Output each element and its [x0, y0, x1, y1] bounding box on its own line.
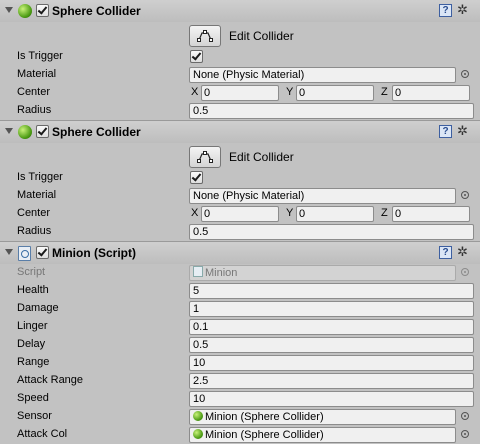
radius-label: Radius: [17, 104, 52, 116]
gear-icon[interactable]: ✲: [457, 244, 468, 260]
script-icon: [18, 246, 31, 261]
sphere-collider-component-1: Sphere Collider ? ✲ Edit Collider Is Tri…: [0, 0, 480, 120]
attack-col-field[interactable]: Minion (Sphere Collider): [189, 427, 456, 443]
field-input[interactable]: 0.1: [189, 319, 474, 335]
edit-collider-label: Edit Collider: [229, 29, 294, 43]
center-x-field[interactable]: 0: [201, 206, 279, 222]
sphere-collider-icon: [18, 125, 32, 139]
script-field-row: Speed 10: [0, 390, 480, 408]
center-label: Center: [17, 86, 51, 98]
sensor-label: Sensor: [17, 410, 52, 422]
component-enabled-checkbox[interactable]: [36, 246, 49, 259]
sphere-collider-component-2: Sphere Collider ? ✲ Edit Collider Is Tri…: [0, 120, 480, 241]
sphere-collider-icon: [193, 429, 203, 439]
material-label: Material: [17, 189, 57, 201]
help-book-icon[interactable]: ?: [439, 4, 452, 17]
script-field-row: Delay 0.5: [0, 336, 480, 354]
component-enabled-checkbox[interactable]: [36, 125, 49, 138]
material-field[interactable]: None (Physic Material): [189, 67, 456, 83]
field-label: Range: [17, 356, 50, 368]
center-z-field[interactable]: 0: [392, 206, 470, 222]
radius-field[interactable]: 0.5: [189, 224, 474, 240]
gear-icon[interactable]: ✲: [457, 123, 468, 139]
center-z-label: Z: [381, 86, 388, 98]
field-input[interactable]: 1: [189, 301, 474, 317]
script-label: Script: [17, 266, 46, 278]
component-title: Sphere Collider: [52, 4, 141, 18]
component-title: Sphere Collider: [52, 125, 141, 139]
script-field-row: Damage 1: [0, 300, 480, 318]
field-input[interactable]: 10: [189, 391, 474, 407]
field-label: Linger: [17, 320, 48, 332]
component-header[interactable]: Sphere Collider ? ✲: [0, 0, 480, 22]
component-title: Minion (Script): [52, 246, 136, 260]
center-y-field[interactable]: 0: [296, 206, 374, 222]
sphere-collider-icon: [18, 4, 32, 18]
center-y-field[interactable]: 0: [296, 85, 374, 101]
is-trigger-label: Is Trigger: [17, 50, 63, 62]
foldout-arrow-icon[interactable]: [5, 7, 13, 13]
script-field-row: Linger 0.1: [0, 318, 480, 336]
center-y-label: Y: [286, 86, 294, 98]
center-y-label: Y: [286, 207, 294, 219]
foldout-arrow-icon[interactable]: [5, 128, 13, 134]
object-picker-icon: [461, 268, 469, 276]
is-trigger-checkbox[interactable]: [190, 171, 203, 184]
gear-icon[interactable]: ✲: [457, 2, 468, 18]
edit-collider-icon: [197, 30, 213, 42]
help-book-icon[interactable]: ?: [439, 246, 452, 259]
field-label: Speed: [17, 392, 49, 404]
minion-script-component: Minion (Script) ? ✲ Script Minion Health…: [0, 241, 480, 444]
material-label: Material: [17, 68, 57, 80]
field-label: Attack Range: [17, 374, 84, 386]
script-field: Minion: [189, 265, 456, 281]
is-trigger-label: Is Trigger: [17, 171, 63, 183]
edit-collider-button[interactable]: [189, 25, 221, 47]
center-x-field[interactable]: 0: [201, 85, 279, 101]
field-label: Delay: [17, 338, 46, 350]
script-value: Minion: [205, 267, 238, 279]
center-x-label: X: [191, 86, 199, 98]
center-z-label: Z: [381, 207, 388, 219]
center-x-label: X: [191, 207, 199, 219]
object-picker-icon[interactable]: [461, 412, 469, 420]
attack-col-value: Minion (Sphere Collider): [205, 429, 324, 441]
field-input[interactable]: 10: [189, 355, 474, 371]
script-icon: [193, 266, 203, 277]
script-field-row: Health 5: [0, 282, 480, 300]
radius-field[interactable]: 0.5: [189, 103, 474, 119]
help-book-icon[interactable]: ?: [439, 125, 452, 138]
field-label: Health: [17, 284, 49, 296]
foldout-arrow-icon[interactable]: [5, 249, 13, 255]
edit-collider-button[interactable]: [189, 146, 221, 168]
center-z-field[interactable]: 0: [392, 85, 470, 101]
edit-collider-label: Edit Collider: [229, 150, 294, 164]
edit-collider-icon: [197, 151, 213, 163]
is-trigger-checkbox[interactable]: [190, 50, 203, 63]
attack-col-label: Attack Col: [17, 428, 68, 440]
sphere-collider-icon: [193, 411, 203, 421]
component-header[interactable]: Sphere Collider ? ✲: [0, 120, 480, 143]
field-input[interactable]: 2.5: [189, 373, 474, 389]
field-input[interactable]: 0.5: [189, 337, 474, 353]
object-picker-icon[interactable]: [461, 430, 469, 438]
material-field[interactable]: None (Physic Material): [189, 188, 456, 204]
script-field-row: Attack Range 2.5: [0, 372, 480, 390]
sensor-field[interactable]: Minion (Sphere Collider): [189, 409, 456, 425]
center-label: Center: [17, 207, 51, 219]
field-input[interactable]: 5: [189, 283, 474, 299]
script-field-row: Range 10: [0, 354, 480, 372]
component-header[interactable]: Minion (Script) ? ✲: [0, 241, 480, 264]
component-enabled-checkbox[interactable]: [36, 4, 49, 17]
field-label: Damage: [17, 302, 59, 314]
sensor-value: Minion (Sphere Collider): [205, 411, 324, 423]
object-picker-icon[interactable]: [461, 191, 469, 199]
object-picker-icon[interactable]: [461, 70, 469, 78]
radius-label: Radius: [17, 225, 52, 237]
